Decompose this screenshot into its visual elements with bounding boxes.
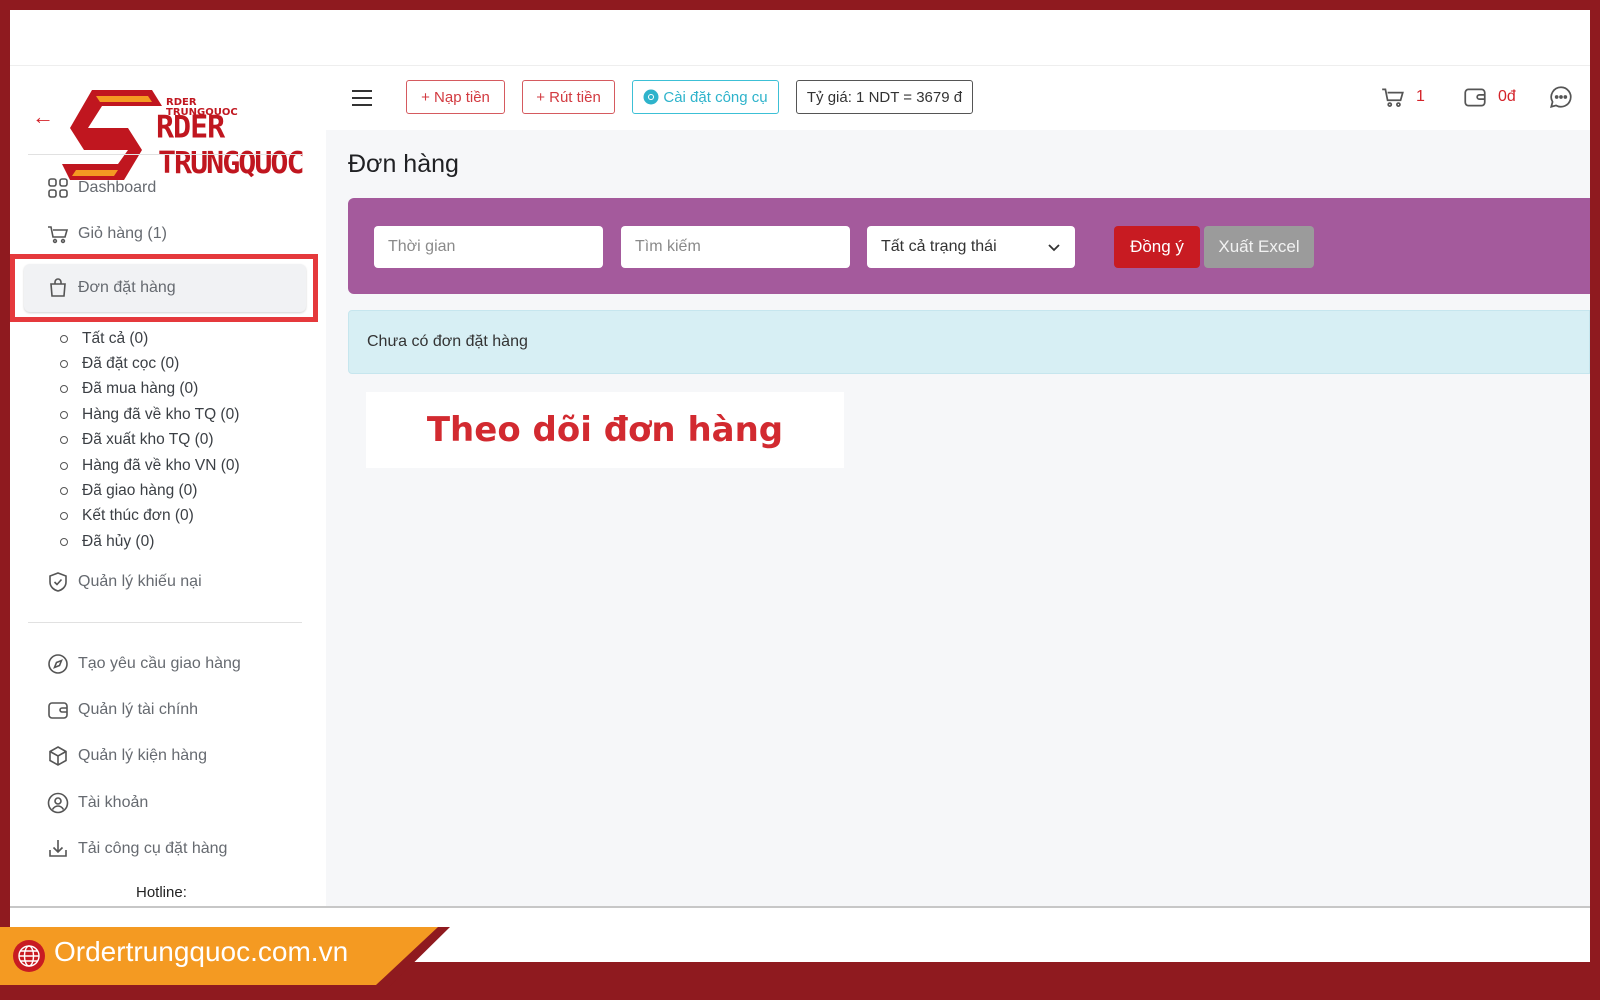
cart-button[interactable]: 1 xyxy=(1380,84,1425,110)
logo-line2: TRUNGQUOC xyxy=(158,146,305,181)
bullet xyxy=(60,334,68,343)
chrome-icon xyxy=(643,89,659,105)
export-excel-button[interactable]: Xuất Excel xyxy=(1204,226,1314,268)
time-field[interactable]: Thời gian xyxy=(374,226,603,268)
sidebar-item-packages[interactable]: Quản lý kiện hàng xyxy=(46,742,207,770)
wallet-icon xyxy=(1464,88,1486,107)
sidebar-item-download-tool[interactable]: Tải công cụ đặt hàng xyxy=(46,835,227,863)
user-circle-icon xyxy=(47,792,69,814)
hamburger-menu-icon[interactable] xyxy=(350,86,374,110)
order-status-cancelled[interactable]: Đã hủy (0) xyxy=(60,529,240,554)
bullet xyxy=(60,385,68,394)
sidebar-item-label: Tài khoản xyxy=(78,794,149,811)
sidebar-item-delivery-request[interactable]: Tạo yêu cầu giao hàng xyxy=(46,650,241,678)
order-status-deposited[interactable]: Đã đặt cọc (0) xyxy=(60,351,240,376)
sidebar-item-label: Tải công cụ đặt hàng xyxy=(78,840,228,857)
highlight-frame xyxy=(10,254,318,322)
wallet-icon xyxy=(48,702,68,719)
deposit-button[interactable]: + Nạp tiền xyxy=(406,80,505,114)
order-status-list: Tất cả (0) Đã đặt cọc (0) Đã mua hàng (0… xyxy=(60,326,240,555)
sidebar-item-label: Giỏ hàng (1) xyxy=(78,225,167,242)
bullet xyxy=(60,487,68,496)
brand-logo[interactable]: RDER TRUNGQUOC RDER TRUNGQUOC xyxy=(62,86,334,186)
messages-button[interactable] xyxy=(1548,84,1574,110)
logo-mark-icon xyxy=(62,90,162,180)
back-arrow-icon[interactable]: ← xyxy=(32,104,54,130)
install-tool-button[interactable]: Cài đặt công cụ xyxy=(632,80,779,114)
cart-icon xyxy=(48,226,69,244)
cart-count: 1 xyxy=(1416,88,1425,105)
withdraw-button[interactable]: + Rút tiền xyxy=(522,80,615,114)
order-status-left-cn-warehouse[interactable]: Đã xuất kho TQ (0) xyxy=(60,428,240,453)
order-status-in-cn-warehouse[interactable]: Hàng đã về kho TQ (0) xyxy=(60,402,240,427)
status-select[interactable]: Tất cả trạng thái xyxy=(867,226,1075,268)
website-banner: Ordertrungquoc.com.vn xyxy=(0,927,450,991)
bullet xyxy=(60,512,68,521)
order-status-delivered[interactable]: Đã giao hàng (0) xyxy=(60,478,240,503)
compass-icon xyxy=(48,654,68,674)
order-status-in-vn-warehouse[interactable]: Hàng đã về kho VN (0) xyxy=(60,453,240,478)
page-title: Đơn hàng xyxy=(348,150,459,178)
sidebar-item-label: Quản lý kiện hàng xyxy=(78,747,207,764)
topbar: + Nạp tiền + Rút tiền Cài đặt công cụ Tỷ… xyxy=(326,66,1590,130)
sidebar-divider xyxy=(28,154,302,155)
sidebar-item-finance[interactable]: Quản lý tài chính xyxy=(46,696,198,724)
logo-line1: RDER xyxy=(156,109,225,146)
main-content: Đơn hàng Thời gian Tìm kiếm Tất cả trạng… xyxy=(326,130,1590,906)
grid-icon xyxy=(48,178,68,198)
chat-bubble-icon xyxy=(1550,86,1572,108)
wallet-button[interactable]: 0đ xyxy=(1462,84,1516,110)
caption-overlay: Theo dõi đơn hàng xyxy=(366,392,844,468)
chevron-down-icon xyxy=(1048,244,1060,252)
sidebar-item-cart[interactable]: Giỏ hàng (1) xyxy=(46,220,167,248)
screen-bottom-divider xyxy=(10,906,1590,908)
browser-top-strip xyxy=(10,10,1590,66)
order-status-purchased[interactable]: Đã mua hàng (0) xyxy=(60,377,240,402)
shield-check-icon xyxy=(49,572,67,592)
exchange-rate-badge: Tỷ giá: 1 NDT = 3679 đ xyxy=(796,80,973,114)
app-screen: ← RDER TRUNGQUOC RDER TRUNGQUOC Dashboard… xyxy=(10,10,1590,962)
sidebar-divider xyxy=(28,622,302,623)
sidebar-item-dashboard[interactable]: Dashboard xyxy=(46,174,156,202)
filter-bar: Thời gian Tìm kiếm Tất cả trạng thái Đồn… xyxy=(348,198,1590,294)
sidebar-item-label: Tạo yêu cầu giao hàng xyxy=(78,655,241,672)
empty-orders-notice: Chưa có đơn đặt hàng xyxy=(348,310,1590,374)
cart-icon xyxy=(1382,88,1404,107)
wallet-balance: 0đ xyxy=(1498,88,1516,105)
sidebar: ← RDER TRUNGQUOC RDER TRUNGQUOC Dashboard… xyxy=(10,66,326,906)
sidebar-item-label: Dashboard xyxy=(78,179,157,196)
globe-icon xyxy=(13,940,45,972)
box-icon xyxy=(49,746,67,766)
submit-button[interactable]: Đồng ý xyxy=(1114,226,1200,268)
bullet xyxy=(60,537,68,546)
search-input[interactable]: Tìm kiếm xyxy=(621,226,850,268)
bullet xyxy=(60,360,68,369)
order-status-all[interactable]: Tất cả (0) xyxy=(60,326,240,351)
sidebar-item-label: Quản lý tài chính xyxy=(78,701,199,718)
sidebar-item-label: Quản lý khiếu nại xyxy=(78,573,202,590)
hotline-label: Hotline: xyxy=(136,884,187,901)
bullet xyxy=(60,436,68,445)
sidebar-item-account[interactable]: Tài khoản xyxy=(46,789,148,817)
bullet xyxy=(60,461,68,470)
sidebar-item-complaints[interactable]: Quản lý khiếu nại xyxy=(46,568,202,596)
order-status-completed[interactable]: Kết thúc đơn (0) xyxy=(60,504,240,529)
status-select-value: Tất cả trạng thái xyxy=(881,238,997,255)
download-icon xyxy=(49,840,67,857)
bullet xyxy=(60,410,68,419)
website-url[interactable]: Ordertrungquoc.com.vn xyxy=(54,936,348,968)
install-tool-label: Cài đặt công cụ xyxy=(663,88,768,106)
